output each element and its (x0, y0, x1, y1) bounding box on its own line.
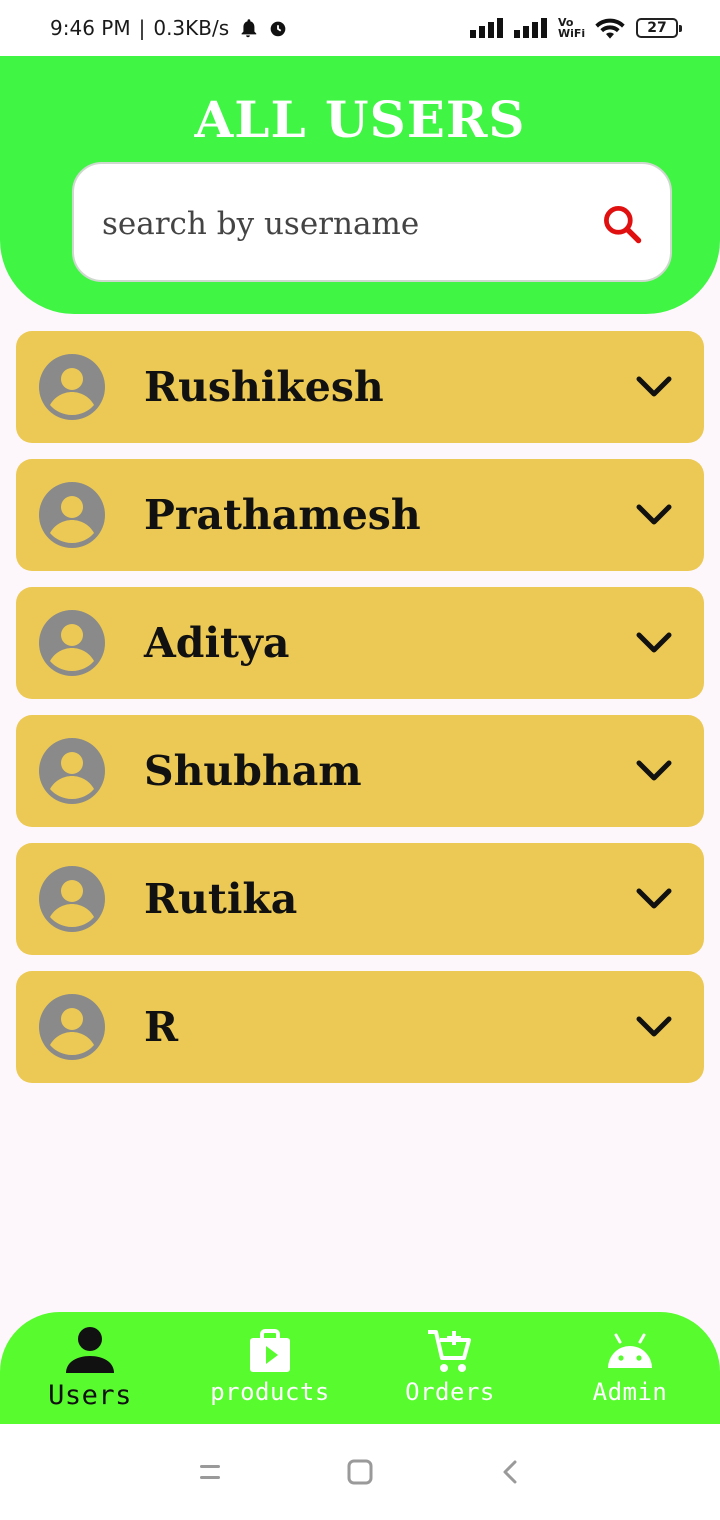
account-circle-icon (39, 354, 105, 420)
wifi-icon (595, 18, 625, 39)
add-to-cart-icon (428, 1330, 471, 1372)
android-icon (608, 1333, 652, 1368)
shopping-bag-play-icon (250, 1329, 290, 1372)
account-circle-icon (39, 866, 105, 932)
vowifi-label: Vo WiFi (558, 16, 586, 40)
user-name: Rutika (144, 875, 298, 923)
page-title: ALL USERS (194, 90, 526, 149)
signal-strength-icon (470, 18, 503, 38)
user-card[interactable]: Aditya (16, 587, 704, 699)
header: ALL USERS (0, 56, 720, 314)
status-right: Vo WiFi 27 (470, 16, 682, 40)
signal-strength-icon (514, 18, 547, 38)
chevron-down-icon[interactable] (634, 627, 674, 659)
person-icon (66, 1327, 114, 1373)
account-circle-icon (39, 482, 105, 548)
account-circle-icon (39, 994, 105, 1060)
account-circle-icon (39, 610, 105, 676)
bottom-navigation: Users products Orders Admin (0, 1312, 720, 1424)
user-name: Prathamesh (144, 491, 421, 539)
chevron-down-icon[interactable] (634, 883, 674, 915)
status-left: 9:46 PM | 0.3KB/s (50, 16, 289, 40)
user-card[interactable]: Rutika (16, 843, 704, 955)
chevron-down-icon[interactable] (634, 499, 674, 531)
user-card[interactable]: Prathamesh (16, 459, 704, 571)
system-navigation-bar (0, 1424, 720, 1520)
status-divider: | (138, 16, 146, 40)
user-card[interactable]: Rushikesh (16, 331, 704, 443)
status-speed: 0.3KB/s (153, 16, 230, 40)
nav-label: Users (48, 1380, 132, 1411)
user-card[interactable]: R (16, 971, 704, 1083)
search-icon[interactable] (600, 202, 644, 246)
user-card[interactable]: Shubham (16, 715, 704, 827)
user-name: R (144, 1003, 179, 1051)
notification-bell-icon (241, 19, 257, 38)
battery-indicator: 27 (636, 18, 682, 38)
home-icon[interactable] (340, 1454, 380, 1490)
back-icon[interactable] (490, 1454, 530, 1490)
alarm-clock-icon (270, 21, 286, 37)
nav-label: products (210, 1378, 330, 1406)
app-screen: 9:46 PM | 0.3KB/s Vo WiFi 27 ALL USERS s… (0, 0, 720, 1520)
chevron-down-icon[interactable] (634, 755, 674, 787)
nav-item-products[interactable]: products (180, 1312, 360, 1424)
nav-item-users[interactable]: Users (0, 1312, 180, 1424)
status-bar: 9:46 PM | 0.3KB/s Vo WiFi 27 (0, 0, 720, 56)
account-circle-icon (39, 738, 105, 804)
user-name: Aditya (144, 619, 290, 667)
recent-apps-icon[interactable] (190, 1454, 230, 1490)
status-time: 9:46 PM (50, 16, 131, 40)
nav-label: Admin (592, 1378, 668, 1406)
search-bar[interactable] (72, 162, 672, 282)
chevron-down-icon[interactable] (634, 1011, 674, 1043)
user-name: Rushikesh (144, 363, 384, 411)
nav-item-admin[interactable]: Admin (540, 1312, 720, 1424)
user-name: Shubham (144, 747, 362, 795)
chevron-down-icon[interactable] (634, 371, 674, 403)
nav-item-orders[interactable]: Orders (360, 1312, 540, 1424)
search-input[interactable] (102, 194, 582, 254)
user-list: Rushikesh Prathamesh Aditya Shubham Ruti… (16, 331, 704, 1099)
nav-label: Orders (405, 1378, 495, 1406)
